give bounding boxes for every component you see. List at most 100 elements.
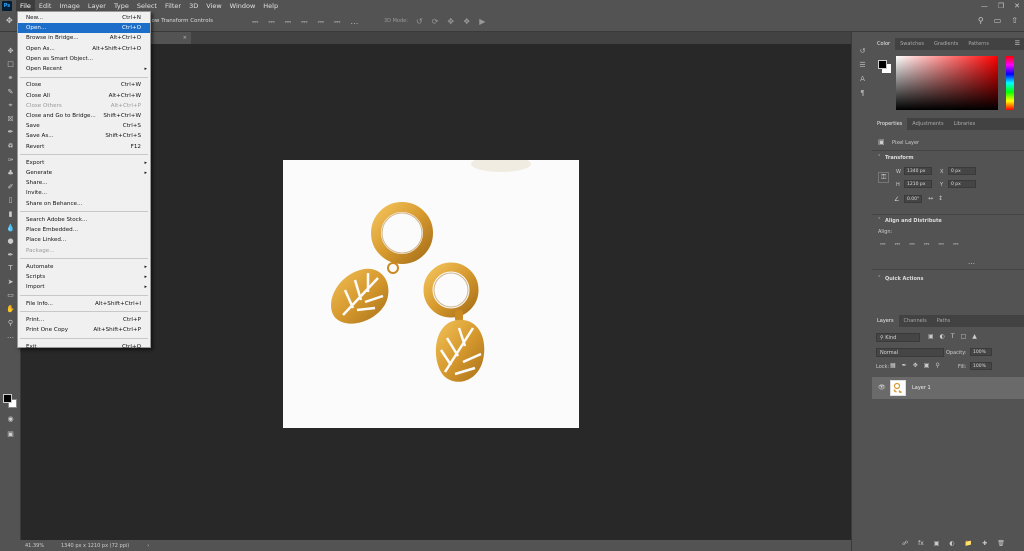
menu-item-generate[interactable]: Generate ▸ (18, 168, 150, 178)
align-middle-icon[interactable]: ⎓ (938, 240, 944, 249)
brush-settings-icon[interactable]: ☰ (852, 58, 873, 72)
minimize-icon[interactable]: — (981, 2, 988, 10)
y-field[interactable]: 0 px (948, 180, 976, 188)
menu-item-place-linked[interactable]: Place Linked... (18, 235, 150, 245)
tab-swatches[interactable]: Swatches (895, 38, 929, 50)
hue-slider[interactable] (1006, 56, 1014, 110)
menu-item-place-embedded[interactable]: Place Embedded... (18, 225, 150, 235)
menu-item-automate[interactable]: Automate ▸ (18, 262, 150, 272)
menu-item-new[interactable]: New... Ctrl+N (18, 13, 150, 23)
menu-item-invite[interactable]: Invite... (18, 188, 150, 198)
angle-field[interactable]: 0.00° (904, 195, 922, 203)
share-icon[interactable]: ⇧ (1011, 16, 1018, 25)
menu-item-scripts[interactable]: Scripts ▸ (18, 272, 150, 282)
chevron-down-icon[interactable]: ˇ (878, 276, 881, 282)
quick-mask-icon[interactable]: ◉ (0, 412, 21, 426)
menu-item-open-as[interactable]: Open As... Alt+Shift+Ctrl+O (18, 44, 150, 54)
layer-row[interactable]: 👁 Layer 1 (872, 377, 1024, 399)
fx-icon[interactable]: fx (918, 540, 924, 547)
show-transform-controls-label[interactable]: how Transform Controls (148, 18, 213, 24)
menu-window[interactable]: Window (226, 0, 260, 12)
workspace-icon[interactable]: ▭ (994, 16, 1002, 25)
character-icon[interactable]: A (852, 72, 873, 86)
align-center-icon[interactable]: ⎓ (895, 240, 901, 249)
tab-patterns[interactable]: Patterns (963, 38, 994, 50)
lock-image-icon[interactable]: ✒ (902, 362, 907, 369)
align-top-icon[interactable]: ⎓ (924, 240, 930, 249)
tab-adjustments[interactable]: Adjustments (907, 118, 948, 130)
eye-icon[interactable]: 👁 (878, 384, 886, 391)
panel-menu-icon[interactable]: ☰ (1015, 40, 1020, 47)
align-bottom-edges-icon[interactable]: ⎓ (334, 17, 340, 27)
tab-color[interactable]: Color (872, 38, 896, 50)
menu-item-file-info[interactable]: File Info... Alt+Shift+Ctrl+I (18, 299, 150, 309)
history-icon[interactable]: ↺ (852, 44, 873, 58)
menu-item-print-one-copy[interactable]: Print One Copy Alt+Shift+Ctrl+P (18, 325, 150, 335)
menu-item-browse-in-bridge[interactable]: Browse in Bridge... Alt+Ctrl+O (18, 33, 150, 43)
more-icon[interactable]: … (968, 258, 975, 266)
chevron-down-icon[interactable]: ˇ (878, 218, 881, 224)
more-options-icon[interactable]: … (350, 17, 358, 27)
menu-item-import[interactable]: Import ▸ (18, 282, 150, 292)
tab-libraries[interactable]: Libraries (949, 118, 981, 130)
align-left-edges-icon[interactable]: ⎓ (252, 17, 258, 27)
document-tab[interactable]: × (151, 32, 191, 44)
menu-item-exit[interactable]: Exit Ctrl+Q (18, 342, 150, 352)
adjustment-layer-icon[interactable]: ◐ (949, 540, 954, 547)
screen-mode-icon[interactable]: ▣ (0, 427, 21, 441)
adjustment-filter-icon[interactable]: ◐ (940, 333, 945, 340)
pan-3d-icon[interactable]: ✥ (447, 17, 454, 26)
chevron-down-icon[interactable]: ˇ (878, 155, 881, 161)
menu-item-save-as[interactable]: Save As... Shift+Ctrl+S (18, 131, 150, 141)
menu-item-open-recent[interactable]: Open Recent ▸ (18, 64, 150, 74)
menu-item-search-adobe-stock[interactable]: Search Adobe Stock... (18, 215, 150, 225)
tab-layers[interactable]: Layers (872, 315, 899, 327)
blend-mode-select[interactable]: Normal (876, 348, 944, 357)
restore-icon[interactable]: ❐ (998, 2, 1004, 10)
menu-3d[interactable]: 3D (185, 0, 202, 12)
menu-filter[interactable]: Filter (161, 0, 185, 12)
opacity-field[interactable]: 100% (970, 348, 992, 356)
tab-channels[interactable]: Channels (899, 315, 932, 327)
move-tool-icon[interactable]: ✥ (6, 16, 13, 25)
menu-item-print[interactable]: Print... Ctrl+P (18, 315, 150, 325)
lock-artboard-icon[interactable]: ▣ (924, 362, 930, 369)
align-right-edges-icon[interactable]: ⎓ (285, 17, 291, 27)
add-mask-icon[interactable]: ▣ (934, 540, 940, 547)
align-distribute-heading[interactable]: Align and Distribute (885, 218, 942, 224)
close-tab-icon[interactable]: × (183, 35, 187, 41)
slide-3d-icon[interactable]: ❖ (463, 17, 470, 26)
menu-item-share[interactable]: Share... (18, 178, 150, 188)
delete-layer-icon[interactable]: 🗑 (997, 540, 1005, 547)
smart-filter-icon[interactable]: ▲ (972, 333, 977, 340)
orbit-3d-icon[interactable]: ↺ (416, 17, 423, 26)
roll-3d-icon[interactable]: ⟳ (432, 17, 439, 26)
align-h-centers-icon[interactable]: ⎓ (268, 17, 274, 27)
menu-help[interactable]: Help (259, 0, 282, 12)
foreground-color-swatch[interactable] (3, 394, 12, 403)
menu-item-save[interactable]: Save Ctrl+S (18, 121, 150, 131)
new-layer-icon[interactable]: ✚ (982, 540, 987, 547)
pixel-filter-icon[interactable]: ▣ (928, 333, 934, 340)
menu-item-revert[interactable]: Revert F12 (18, 141, 150, 151)
menu-item-share-on-behance[interactable]: Share on Behance... (18, 199, 150, 209)
menu-view[interactable]: View (202, 0, 225, 12)
color-picker-field[interactable] (896, 56, 998, 110)
tab-properties[interactable]: Properties (872, 118, 908, 130)
align-bottom-icon[interactable]: ⎓ (953, 240, 959, 249)
close-icon[interactable]: ✕ (1014, 2, 1020, 10)
flip-horizontal-icon[interactable]: ↔ (928, 195, 933, 202)
paragraph-icon[interactable]: ¶ (852, 86, 873, 100)
x-field[interactable]: 0 px (948, 167, 976, 175)
lock-position-icon[interactable]: ✥ (913, 362, 918, 369)
link-layers-icon[interactable]: ☍ (902, 540, 908, 547)
tab-gradients[interactable]: Gradients (929, 38, 963, 50)
height-field[interactable]: 1210 px (904, 180, 932, 188)
menu-item-open-as-smart-object[interactable]: Open as Smart Object... (18, 54, 150, 64)
align-v-centers-icon[interactable]: ⎓ (318, 17, 324, 27)
fill-field[interactable]: 100% (970, 362, 992, 370)
menu-item-export[interactable]: Export ▸ (18, 158, 150, 168)
link-proportions-icon[interactable]: ⚿ (878, 172, 890, 183)
new-group-icon[interactable]: 📁 (965, 540, 972, 547)
align-top-edges-icon[interactable]: ⎓ (301, 17, 307, 27)
